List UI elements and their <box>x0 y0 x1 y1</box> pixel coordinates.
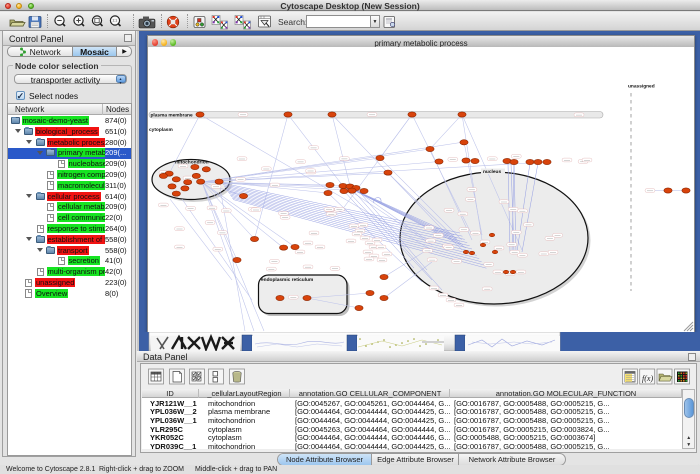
svg-text:cytoplasm: cytoplasm <box>149 127 173 133</box>
svg-text:nucleus: nucleus <box>483 169 501 175</box>
svg-text:f(x): f(x) <box>642 374 653 383</box>
svg-text:plasma membrane: plasma membrane <box>151 113 193 119</box>
svg-text:unassigned: unassigned <box>628 84 655 90</box>
svg-text:1:1: 1:1 <box>112 19 117 23</box>
svg-text:endoplasmic reticulum: endoplasmic reticulum <box>261 277 313 283</box>
